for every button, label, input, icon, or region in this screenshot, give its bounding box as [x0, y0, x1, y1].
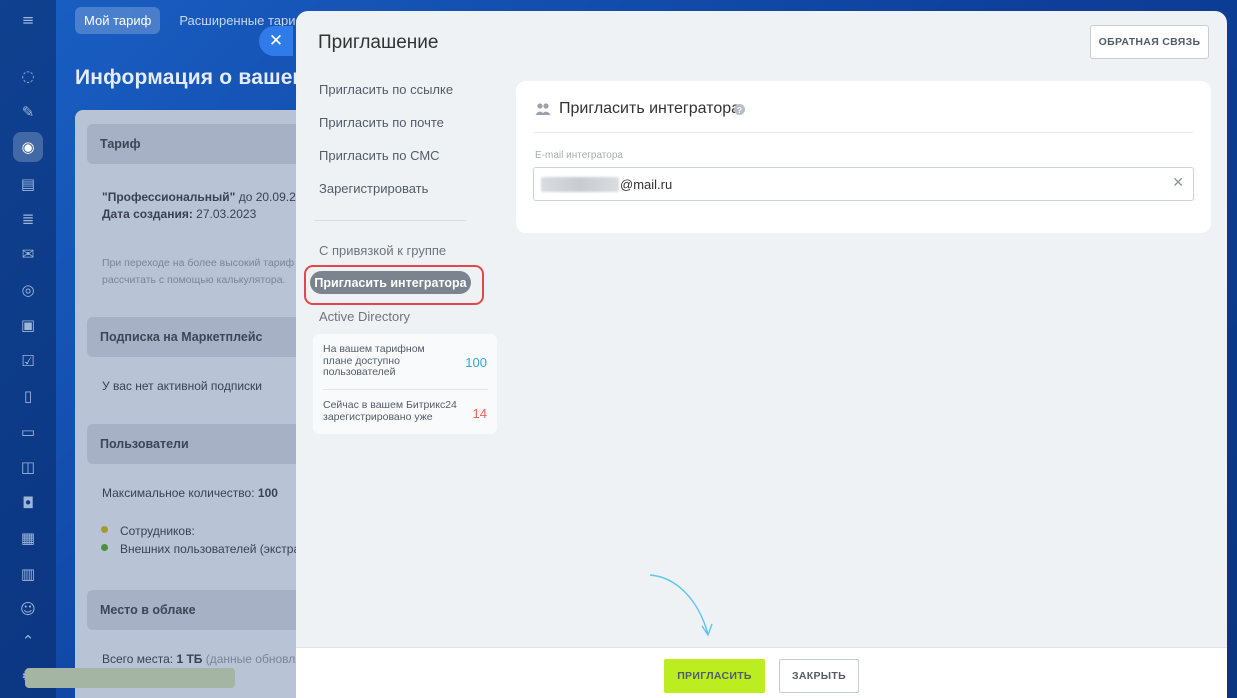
clear-icon[interactable]: ✕	[1172, 175, 1184, 191]
menu-with-group[interactable]: С привязкой к группе	[319, 243, 446, 258]
checkbox-icon[interactable]: ☑	[17, 350, 39, 372]
feed-icon[interactable]: ◌	[17, 65, 39, 87]
available-users-label: На вашем тарифном плане доступно пользов…	[323, 343, 425, 378]
external-label: Внешних пользователей (экстра	[120, 542, 301, 556]
blurred-email-part	[541, 177, 619, 192]
employees-dot	[101, 526, 108, 533]
invite-button[interactable]: ПРИГЛАСИТЬ	[664, 659, 765, 693]
menu-invite-by-link[interactable]: Пригласить по ссылке	[319, 82, 453, 97]
external-dot	[101, 544, 108, 551]
close-button[interactable]: ЗАКРЫТЬ	[779, 659, 859, 693]
invite-integrator-card: Пригласить интегратора ? E-mail интеграт…	[516, 81, 1211, 233]
menu-invite-by-sms[interactable]: Пригласить по СМС	[319, 148, 440, 163]
tasks-icon[interactable]: ✎	[17, 101, 39, 123]
background-info-panel: Тариф "Профессиональный" до 20.09.2023 Д…	[75, 110, 316, 698]
slider-footer: ПРИГЛАСИТЬ ЗАКРЫТЬ	[296, 647, 1227, 698]
menu-invite-by-mail[interactable]: Пригласить по почте	[319, 115, 444, 130]
calendar-icon[interactable]: ▦	[17, 527, 39, 549]
section-cloud: Место в облаке	[87, 590, 307, 630]
target-icon[interactable]: ◎	[17, 279, 39, 301]
stats-divider	[323, 389, 488, 390]
user-stats: На вашем тарифном плане доступно пользов…	[313, 334, 497, 434]
section-marketplace: Подписка на Маркетплейс	[87, 317, 307, 357]
slider-title: Приглашение	[318, 32, 439, 53]
mail-icon[interactable]: ✉	[17, 243, 39, 265]
registered-users-value: 14	[472, 406, 487, 421]
registered-users-label: Сейчас в вашем Битрикс24 зарегистрирован…	[323, 399, 457, 423]
menu-icon[interactable]: ≡	[17, 9, 39, 31]
crm-icon[interactable]: ◉	[13, 132, 43, 162]
users-icon[interactable]: ☺	[17, 598, 39, 620]
email-field-value: @mail.ru	[620, 177, 673, 192]
invite-slider: Приглашение ОБРАТНАЯ СВЯЗЬ Пригласить по…	[296, 11, 1227, 698]
tariff-note-2: рассчитать с помощью калькулятора.	[102, 274, 286, 286]
menu-divider	[314, 220, 466, 221]
store-icon[interactable]: ▭	[17, 421, 39, 443]
filter-icon[interactable]: ≣	[17, 208, 39, 230]
tariff-note-1: При переходе на более высокий тариф	[102, 257, 295, 269]
available-users-value: 100	[465, 355, 487, 370]
card-title: Пригласить интегратора	[559, 100, 741, 117]
section-users: Пользователи	[87, 424, 307, 464]
menu-invite-integrator[interactable]: Пригласить интегратора	[310, 271, 471, 294]
contacts-icon[interactable]: ▣	[17, 314, 39, 336]
email-field-label: E-mail интегратора	[535, 150, 623, 161]
documents-icon[interactable]: ▤	[17, 173, 39, 195]
employees-label: Сотрудников:	[120, 524, 195, 538]
card-divider	[534, 132, 1193, 133]
cloud-usage-bar	[25, 668, 235, 688]
close-slider-icon[interactable]: ✕	[259, 26, 293, 56]
max-users: Максимальное количество: 100	[102, 486, 278, 500]
left-sidebar: ≡ ◌ ✎ ◉ ▤ ≣ ✉ ◎ ▣ ☑ ▯ ▭ ◫ ◘ ▦ ▥ ☺ ⌃ ⚙	[0, 0, 56, 698]
schedule-icon[interactable]: ▥	[17, 563, 39, 585]
menu-register[interactable]: Зарегистрировать	[319, 181, 428, 196]
tab-my-tariff[interactable]: Мой тариф	[75, 7, 161, 34]
file-icon[interactable]: ▯	[17, 385, 39, 407]
feedback-button[interactable]: ОБРАТНАЯ СВЯЗЬ	[1090, 25, 1209, 59]
integrator-email-field[interactable]: @mail.ru ✕	[533, 167, 1194, 201]
pointer-arrow-icon	[649, 574, 713, 637]
tariff-name: "Профессиональный" до 20.09.2023	[102, 190, 316, 204]
robot-icon[interactable]: ◘	[17, 492, 39, 514]
section-tariff: Тариф	[87, 124, 307, 164]
cloud-total: Всего места: 1 ТБ (данные обновлян	[102, 652, 309, 666]
users-group-icon	[535, 103, 551, 115]
created-date: Дата создания: 27.03.2023	[102, 207, 257, 221]
help-icon[interactable]: ?	[734, 104, 745, 115]
menu-active-directory[interactable]: Active Directory	[319, 309, 410, 324]
more-icon[interactable]: ⌃	[17, 630, 39, 652]
marketplace-text: У вас нет активной подписки	[102, 379, 262, 393]
chat-icon[interactable]: ◫	[17, 456, 39, 478]
